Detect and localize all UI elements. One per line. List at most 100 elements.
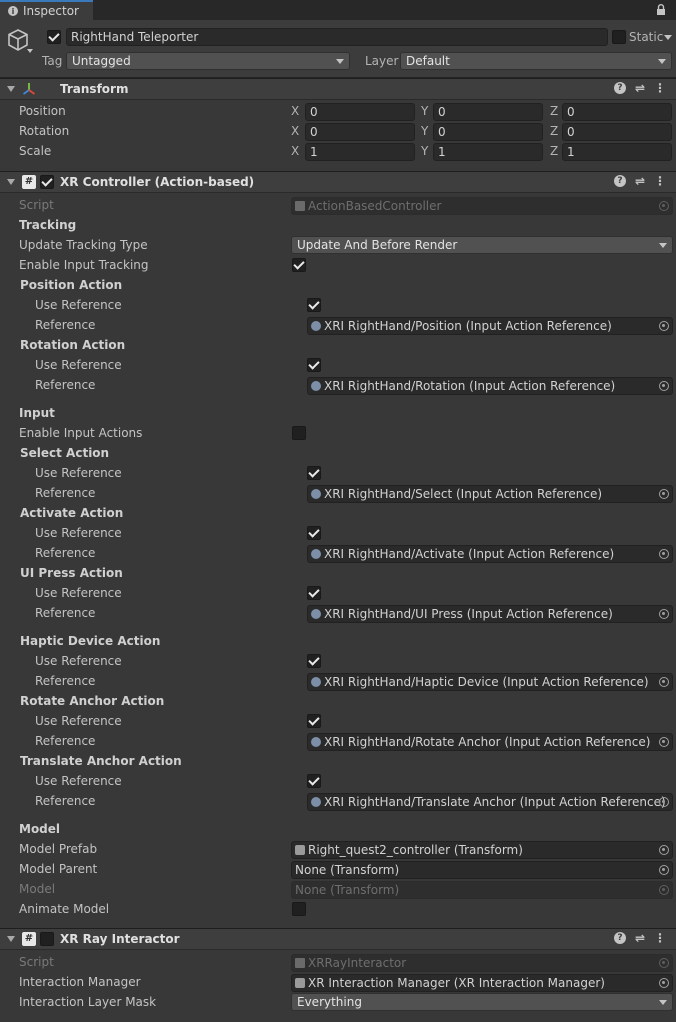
tab-inspector[interactable]: i Inspector bbox=[0, 0, 93, 20]
rotation-action-reference-field[interactable]: XRI RightHand/Rotation (Input Action Ref… bbox=[307, 377, 673, 395]
script-icon: # bbox=[22, 175, 36, 189]
object-picker-icon[interactable] bbox=[659, 958, 669, 968]
static-checkbox[interactable] bbox=[612, 30, 626, 44]
xr-controller-header[interactable]: # XR Controller (Action-based) ? ⇌ ⋮ bbox=[0, 171, 676, 193]
object-picker-icon[interactable] bbox=[659, 677, 669, 687]
ui-press-action-reference-label: Reference bbox=[35, 606, 96, 620]
transform-position-y-field[interactable]: 0 bbox=[433, 103, 543, 121]
interaction-layer-mask-dropdown[interactable]: Everything bbox=[291, 993, 673, 1011]
static-label[interactable]: Static bbox=[629, 30, 663, 44]
tracking-header: Tracking bbox=[19, 218, 77, 232]
ui-press-action-use-reference-checkbox[interactable] bbox=[307, 586, 321, 600]
translate-anchor-action-use-reference-label: Use Reference bbox=[35, 774, 122, 788]
ray-script-field[interactable]: XRRayInteractor bbox=[291, 954, 673, 972]
xr-controller-enabled-checkbox[interactable] bbox=[40, 175, 54, 189]
activate-action-reference-label: Reference bbox=[35, 546, 96, 560]
object-picker-icon[interactable] bbox=[659, 609, 669, 619]
object-picker-icon[interactable] bbox=[659, 737, 669, 747]
interaction-manager-field[interactable]: XR Interaction Manager (XR Interaction M… bbox=[291, 974, 673, 992]
transform-rotation-z-field[interactable]: 0 bbox=[562, 123, 672, 141]
object-picker-icon[interactable] bbox=[659, 978, 669, 988]
translate-anchor-action-reference-field[interactable]: XRI RightHand/Translate Anchor (Input Ac… bbox=[307, 793, 673, 811]
active-checkbox[interactable] bbox=[47, 30, 61, 44]
rotate-anchor-action-use-reference-checkbox[interactable] bbox=[307, 714, 321, 728]
transform-position-z-field[interactable]: 0 bbox=[562, 103, 672, 121]
lock-icon[interactable] bbox=[656, 4, 666, 15]
model-prefab-field[interactable]: Right_quest2_controller (Transform) bbox=[291, 841, 673, 859]
presets-icon[interactable]: ⇌ bbox=[634, 932, 646, 944]
foldout-arrow-icon[interactable] bbox=[7, 86, 15, 92]
enable-input-actions-checkbox[interactable] bbox=[292, 426, 306, 440]
update-tracking-type-dropdown[interactable]: Update And Before Render bbox=[291, 236, 673, 254]
help-icon[interactable]: ? bbox=[614, 175, 626, 187]
interaction-layer-mask-label: Interaction Layer Mask bbox=[19, 995, 157, 1009]
script-field[interactable]: ActionBasedController bbox=[291, 197, 673, 215]
object-name-field[interactable]: RightHand Teleporter bbox=[66, 28, 608, 46]
help-icon[interactable]: ? bbox=[614, 932, 626, 944]
object-picker-icon[interactable] bbox=[659, 381, 669, 391]
transform-scale-x-field[interactable]: 1 bbox=[305, 143, 415, 161]
enable-input-actions-label: Enable Input Actions bbox=[19, 426, 143, 440]
activate-action-reference-field[interactable]: XRI RightHand/Activate (Input Action Ref… bbox=[307, 545, 673, 563]
position-action-header: Position Action bbox=[20, 278, 123, 292]
transform-rotation-y-field[interactable]: 0 bbox=[433, 123, 543, 141]
rotation-action-use-reference-checkbox[interactable] bbox=[307, 358, 321, 372]
rotate-anchor-action-reference-field-text: XRI RightHand/Rotate Anchor (Input Actio… bbox=[324, 735, 651, 749]
activate-action-use-reference-checkbox[interactable] bbox=[307, 526, 321, 540]
haptic-device-action-header: Haptic Device Action bbox=[20, 634, 161, 648]
ui-press-action-reference-field[interactable]: XRI RightHand/UI Press (Input Action Ref… bbox=[307, 605, 673, 623]
select-action-use-reference-label: Use Reference bbox=[35, 466, 122, 480]
rotate-anchor-action-reference-field[interactable]: XRI RightHand/Rotate Anchor (Input Actio… bbox=[307, 733, 673, 751]
kebab-menu-icon[interactable]: ⋮ bbox=[654, 932, 666, 944]
transform-scale-y-field[interactable]: 1 bbox=[433, 143, 543, 161]
translate-anchor-action-use-reference-checkbox[interactable] bbox=[307, 774, 321, 788]
object-picker-icon[interactable] bbox=[659, 865, 669, 875]
model-parent-field[interactable]: None (Transform) bbox=[291, 861, 673, 879]
presets-icon[interactable]: ⇌ bbox=[634, 175, 646, 187]
input-action-icon bbox=[311, 677, 321, 687]
object-picker-icon[interactable] bbox=[659, 885, 669, 895]
transform-position-x-field[interactable]: 0 bbox=[305, 103, 415, 121]
transform-rotation-x-field[interactable]: 0 bbox=[305, 123, 415, 141]
kebab-menu-icon[interactable]: ⋮ bbox=[654, 175, 666, 187]
position-action-reference-field[interactable]: XRI RightHand/Position (Input Action Ref… bbox=[307, 317, 673, 335]
xr-controller-title: XR Controller (Action-based) bbox=[60, 175, 255, 189]
info-icon: i bbox=[8, 6, 18, 16]
enable-input-tracking-checkbox[interactable] bbox=[292, 258, 306, 272]
interaction-manager-icon bbox=[295, 978, 305, 988]
foldout-arrow-icon[interactable] bbox=[7, 936, 15, 942]
animate-model-checkbox[interactable] bbox=[292, 902, 306, 916]
select-action-reference-field[interactable]: XRI RightHand/Select (Input Action Refer… bbox=[307, 485, 673, 503]
position-action-reference-label: Reference bbox=[35, 318, 96, 332]
object-picker-icon[interactable] bbox=[659, 845, 669, 855]
select-action-header: Select Action bbox=[20, 446, 110, 460]
xr-ray-interactor-enabled-checkbox[interactable] bbox=[40, 932, 54, 946]
position-action-use-reference-checkbox[interactable] bbox=[307, 298, 321, 312]
xr-ray-interactor-header[interactable]: # XR Ray Interactor ? ⇌ ⋮ bbox=[0, 928, 676, 950]
transform-scale-label: Scale bbox=[19, 144, 52, 158]
select-action-use-reference-checkbox[interactable] bbox=[307, 466, 321, 480]
haptic-device-action-reference-field[interactable]: XRI RightHand/Haptic Device (Input Actio… bbox=[307, 673, 673, 691]
input-action-icon bbox=[311, 797, 321, 807]
presets-icon[interactable]: ⇌ bbox=[634, 82, 646, 94]
tag-dropdown[interactable]: Untagged bbox=[66, 52, 350, 70]
transform-header[interactable]: Transform ? ⇌ ⋮ bbox=[0, 78, 676, 100]
activate-action-reference-field-text: XRI RightHand/Activate (Input Action Ref… bbox=[324, 547, 615, 561]
object-picker-icon[interactable] bbox=[659, 549, 669, 559]
object-picker-icon[interactable] bbox=[659, 201, 669, 211]
chevron-down-icon[interactable] bbox=[27, 49, 33, 53]
kebab-menu-icon[interactable]: ⋮ bbox=[654, 82, 666, 94]
static-dropdown-icon[interactable] bbox=[664, 35, 672, 40]
transform-scale-z-field[interactable]: 1 bbox=[562, 143, 672, 161]
foldout-arrow-icon[interactable] bbox=[7, 179, 15, 185]
tag-label: Tag bbox=[42, 54, 63, 68]
translate-anchor-action-reference-field-text: XRI RightHand/Translate Anchor (Input Ac… bbox=[324, 795, 666, 809]
object-picker-icon[interactable] bbox=[659, 489, 669, 499]
model-field[interactable]: None (Transform) bbox=[291, 881, 673, 899]
haptic-device-action-use-reference-checkbox[interactable] bbox=[307, 654, 321, 668]
help-icon[interactable]: ? bbox=[614, 82, 626, 94]
object-picker-icon[interactable] bbox=[659, 797, 669, 807]
layer-dropdown[interactable]: Default bbox=[400, 52, 672, 70]
interaction-manager-label: Interaction Manager bbox=[19, 975, 141, 989]
object-picker-icon[interactable] bbox=[659, 321, 669, 331]
